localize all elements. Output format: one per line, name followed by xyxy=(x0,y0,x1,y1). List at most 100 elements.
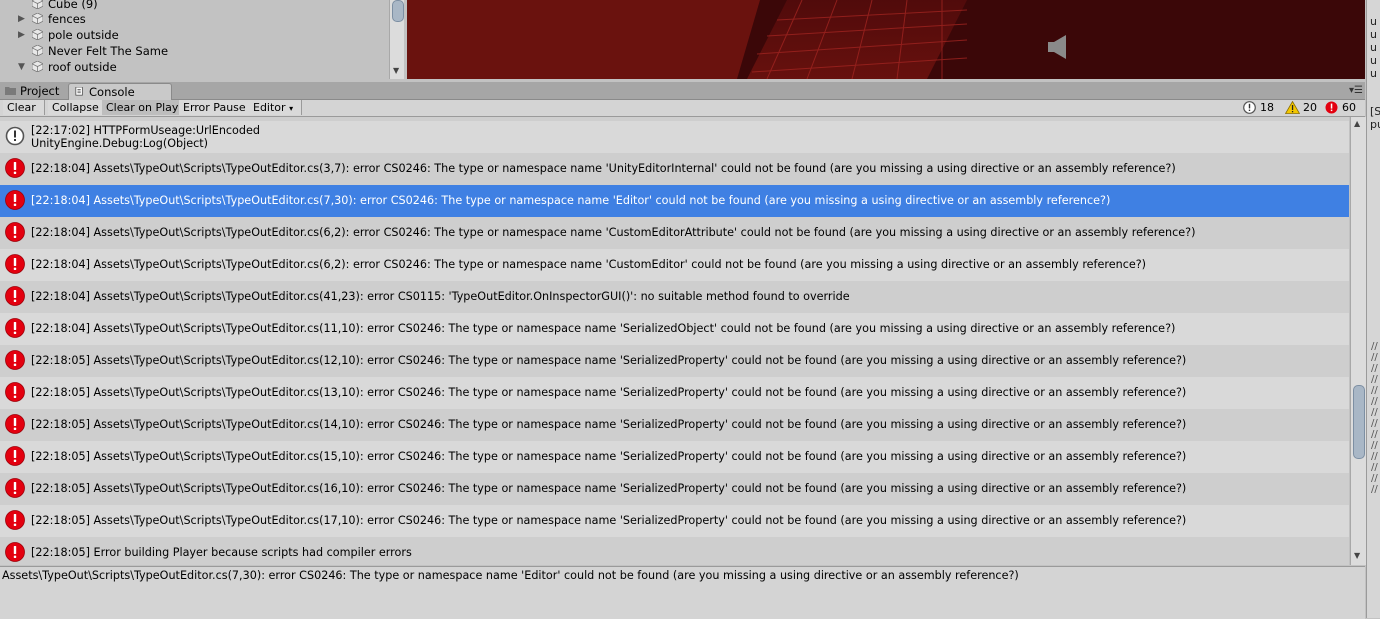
scroll-down-arrow-icon[interactable]: ▼ xyxy=(1354,551,1360,560)
log-row[interactable]: [22:18:04] Assets\TypeOut\Scripts\TypeOu… xyxy=(0,281,1349,313)
hierarchy-item-label: Never Felt The Same xyxy=(48,44,169,58)
speaker-icon xyxy=(1048,35,1066,59)
scene-view[interactable] xyxy=(407,0,1365,79)
scroll-down-arrow-icon[interactable]: ▼ xyxy=(393,66,399,75)
error-icon xyxy=(5,318,25,338)
hierarchy-item[interactable]: ▶ pole outside xyxy=(0,27,389,43)
log-row[interactable]: [22:18:05] Assets\TypeOut\Scripts\TypeOu… xyxy=(0,409,1349,441)
log-detail-pane[interactable]: Assets\TypeOut\Scripts\TypeOutEditor.cs(… xyxy=(0,566,1365,619)
tab-menu-icon[interactable]: ▾☰ xyxy=(1349,85,1363,96)
inspector-comment-fragment: // xyxy=(1371,462,1378,473)
log-message: [22:18:05] Assets\TypeOut\Scripts\TypeOu… xyxy=(31,354,1187,367)
log-row[interactable]: [22:18:04] Assets\TypeOut\Scripts\TypeOu… xyxy=(0,249,1349,281)
log-row[interactable]: [22:18:04] Assets\TypeOut\Scripts\TypeOu… xyxy=(0,313,1349,345)
log-row[interactable]: [22:18:05] Assets\TypeOut\Scripts\TypeOu… xyxy=(0,441,1349,473)
log-row[interactable]: [22:17:02] HTTPFormUseage:UrlEncoded Unit… xyxy=(0,121,1349,153)
hierarchy-item-label: roof outside xyxy=(48,60,117,74)
tab-console[interactable]: Console xyxy=(68,83,172,100)
log-row[interactable]: [22:18:05] Assets\TypeOut\Scripts\TypeOu… xyxy=(0,377,1349,409)
dropdown-arrow-icon: ▾ xyxy=(289,104,294,113)
log-message: [22:18:05] Assets\TypeOut\Scripts\TypeOu… xyxy=(31,418,1187,431)
error-icon xyxy=(5,158,25,178)
log-message: [22:18:04] Assets\TypeOut\Scripts\TypeOu… xyxy=(31,226,1196,239)
inspector-comment-fragment: // xyxy=(1371,385,1378,396)
collapse-toggle[interactable]: Collapse xyxy=(48,100,106,115)
editor-dropdown-label: Editor xyxy=(253,101,286,114)
log-row[interactable]: [22:18:04] Assets\TypeOut\Scripts\TypeOu… xyxy=(0,153,1349,185)
error-icon xyxy=(5,510,25,530)
inspector-comment-fragment: // xyxy=(1371,407,1378,418)
console-icon xyxy=(75,87,83,96)
scroll-up-arrow-icon[interactable]: ▲ xyxy=(1354,119,1360,128)
hierarchy-scrollbar-thumb[interactable] xyxy=(392,0,404,22)
log-message: [22:18:05] Assets\TypeOut\Scripts\TypeOu… xyxy=(31,450,1187,463)
error-icon xyxy=(5,254,25,274)
expand-down-arrow-icon[interactable]: ▼ xyxy=(18,59,28,75)
inspector-comment-fragment: // xyxy=(1371,341,1378,352)
error-icon xyxy=(5,542,25,562)
console-log-list[interactable]: [22:17:02] HTTPFormUseage:UrlEncoded Unit… xyxy=(0,117,1349,565)
inspector-text-fragment: u xyxy=(1370,54,1377,67)
editor-dropdown[interactable]: Editor ▾ xyxy=(249,100,302,115)
log-row[interactable]: [22:18:05] Assets\TypeOut\Scripts\TypeOu… xyxy=(0,345,1349,377)
inspector-comment-fragment: // xyxy=(1371,418,1378,429)
log-message: [22:18:04] Assets\TypeOut\Scripts\TypeOu… xyxy=(31,194,1111,207)
hierarchy-item[interactable]: ▼ roof outside xyxy=(0,59,389,75)
log-stacktrace-line: UnityEngine.Debug:Log(Object) xyxy=(31,137,209,150)
inspector-text-fragment: pu xyxy=(1370,118,1380,131)
error-icon xyxy=(5,222,25,242)
log-row[interactable]: [22:18:04] Assets\TypeOut\Scripts\TypeOu… xyxy=(0,217,1349,249)
log-message: [22:18:05] Assets\TypeOut\Scripts\TypeOu… xyxy=(31,514,1187,527)
hierarchy-item-label: pole outside xyxy=(48,28,119,42)
error-icon xyxy=(5,286,25,306)
inspector-comment-fragment: // xyxy=(1371,374,1378,385)
log-list-scrollbar-thumb[interactable] xyxy=(1353,385,1365,459)
inspector-panel-edge: uuuuu[Spu//////////////////////////// xyxy=(1366,0,1380,618)
inspector-comment-fragment: // xyxy=(1371,352,1378,363)
log-message: [22:18:04] Assets\TypeOut\Scripts\TypeOu… xyxy=(31,290,850,303)
log-message: [22:18:05] Error building Player because… xyxy=(31,546,412,559)
warning-count: 20 xyxy=(1303,101,1317,114)
expand-right-arrow-icon[interactable]: ▶ xyxy=(18,27,28,43)
error-pause-toggle[interactable]: Error Pause xyxy=(179,100,252,115)
log-message-line: [22:17:02] HTTPFormUseage:UrlEncoded xyxy=(31,124,260,137)
error-icon xyxy=(1325,101,1338,114)
hierarchy-scrollbar[interactable]: ▼ xyxy=(389,0,404,79)
log-message: [22:18:04] Assets\TypeOut\Scripts\TypeOu… xyxy=(31,162,1176,175)
error-icon xyxy=(5,382,25,402)
expand-right-arrow-icon[interactable]: ▶ xyxy=(18,11,28,27)
log-count: 18 xyxy=(1260,101,1274,114)
log-row-selected[interactable]: [22:18:04] Assets\TypeOut\Scripts\TypeOu… xyxy=(0,185,1349,217)
tab-console-label: Console xyxy=(89,85,135,99)
inspector-comment-fragment: // xyxy=(1371,363,1378,374)
clear-button[interactable]: Clear xyxy=(3,100,45,115)
log-message: [22:18:05] Assets\TypeOut\Scripts\TypeOu… xyxy=(31,386,1187,399)
console-toolbar: Clear Collapse Clear on Play Error Pause… xyxy=(0,100,1365,117)
cube-icon xyxy=(32,0,43,9)
tab-bar: Project Console ▾☰ xyxy=(0,82,1365,100)
log-row[interactable]: [22:18:05] Assets\TypeOut\Scripts\TypeOu… xyxy=(0,505,1349,537)
scene-grid-floor xyxy=(407,0,1365,79)
clear-on-play-toggle[interactable]: Clear on Play xyxy=(102,100,184,115)
cube-icon xyxy=(32,61,43,72)
info-icon xyxy=(5,126,25,146)
hierarchy-panel: Cube (9) ▶ fences ▶ pole outside Never Felt T… xyxy=(0,0,404,79)
inspector-text-fragment: u xyxy=(1370,28,1377,41)
log-detail-text[interactable]: Assets\TypeOut\Scripts\TypeOutEditor.cs(… xyxy=(2,569,1019,582)
log-list-scrollbar[interactable]: ▲ ▼ xyxy=(1350,117,1366,565)
error-icon xyxy=(5,350,25,370)
error-icon xyxy=(5,190,25,210)
log-message: [22:18:04] Assets\TypeOut\Scripts\TypeOu… xyxy=(31,258,1147,271)
log-row[interactable]: [22:18:05] Error building Player because… xyxy=(0,537,1349,565)
hierarchy-item[interactable]: Never Felt The Same xyxy=(0,43,389,59)
inspector-comment-fragment: // xyxy=(1371,484,1378,495)
hierarchy-item-label: fences xyxy=(48,12,86,26)
log-row[interactable]: [22:18:05] Assets\TypeOut\Scripts\TypeOu… xyxy=(0,473,1349,505)
cube-icon xyxy=(32,29,43,40)
log-message: [22:17:02] HTTPFormUseage:UrlEncoded Unit… xyxy=(31,124,260,150)
inspector-text-fragment: [S xyxy=(1370,105,1380,118)
hierarchy-item[interactable]: ▶ fences xyxy=(0,11,389,27)
folder-icon xyxy=(5,87,16,95)
warning-icon xyxy=(1285,101,1300,114)
inspector-comment-fragment: // xyxy=(1371,429,1378,440)
